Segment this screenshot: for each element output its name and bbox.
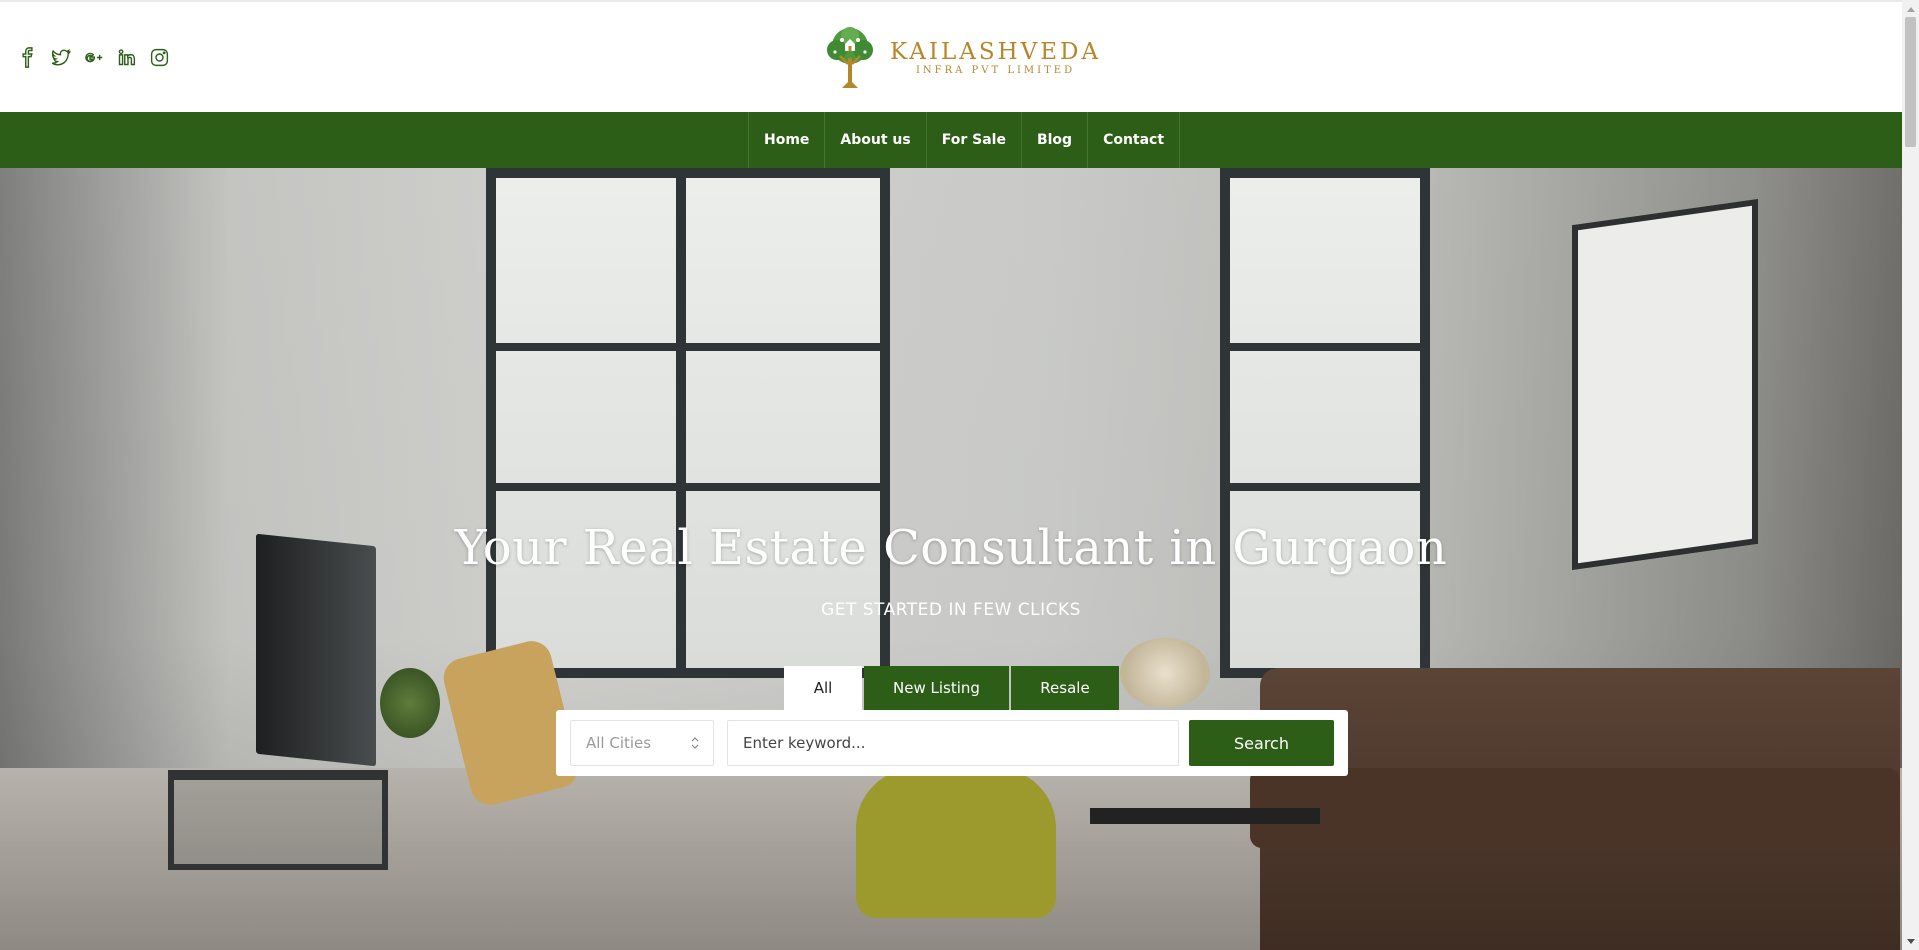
logo-name: KAILASHVEDA: [890, 39, 1102, 65]
nav-menu: Home About us For Sale Blog Contact: [748, 112, 1181, 168]
tab-resale[interactable]: Resale: [1011, 666, 1119, 710]
tree-logo-icon: [827, 27, 873, 88]
logo-text: KAILASHVEDA INFRA PVT LIMITED: [890, 39, 1101, 77]
nav-item-for-sale[interactable]: For Sale: [927, 112, 1022, 168]
nav-item-contact[interactable]: Contact: [1088, 112, 1181, 168]
nav-item-blog[interactable]: Blog: [1022, 112, 1089, 168]
hero-armchair: [856, 768, 1056, 918]
keyword-input[interactable]: [727, 720, 1179, 766]
hero-banner: Your Real Estate Consultant in Gurgaon G…: [0, 168, 1902, 950]
logo-subtitle: INFRA PVT LIMITED: [915, 65, 1076, 76]
city-select[interactable]: All Cities: [570, 720, 714, 766]
page-scrollbar[interactable]: [1902, 0, 1919, 950]
search-button[interactable]: Search: [1189, 720, 1334, 766]
hero-plant: [380, 668, 440, 738]
wall-frame: [1572, 198, 1758, 571]
facebook-icon[interactable]: [16, 46, 38, 68]
scroll-down-icon[interactable]: [1902, 933, 1919, 950]
twitter-icon[interactable]: [49, 46, 71, 68]
hero-tv-stand: [168, 770, 388, 870]
google-plus-icon[interactable]: [82, 46, 104, 68]
hero-title: Your Real Estate Consultant in Gurgaon: [454, 520, 1448, 576]
top-header: KAILASHVEDA INFRA PVT LIMITED: [0, 0, 1902, 112]
site-logo[interactable]: KAILASHVEDA INFRA PVT LIMITED: [820, 26, 1101, 90]
nav-item-home[interactable]: Home: [749, 112, 826, 168]
hero-coffee-table: [1090, 808, 1320, 824]
main-navbar: Home About us For Sale Blog Contact: [0, 112, 1902, 168]
social-links: [16, 46, 170, 68]
city-select-value: All Cities: [586, 734, 652, 752]
linkedin-icon[interactable]: [115, 46, 137, 68]
listing-tabs: All New Listing Resale: [784, 666, 1119, 710]
hero-plant: [1120, 638, 1210, 708]
nav-item-about-us[interactable]: About us: [825, 112, 927, 168]
tab-all[interactable]: All: [784, 666, 862, 710]
page: KAILASHVEDA INFRA PVT LIMITED Home About…: [0, 0, 1902, 950]
instagram-icon[interactable]: [148, 46, 170, 68]
tab-new-listing[interactable]: New Listing: [864, 666, 1009, 710]
select-arrows-icon: [691, 737, 699, 749]
hero-sofa-seat: [1250, 768, 1900, 848]
hero-subtitle: GET STARTED IN FEW CLICKS: [821, 600, 1081, 620]
scrollbar-thumb[interactable]: [1905, 17, 1916, 147]
property-search-form: All Cities Search: [556, 710, 1348, 776]
scroll-up-icon[interactable]: [1902, 0, 1919, 17]
